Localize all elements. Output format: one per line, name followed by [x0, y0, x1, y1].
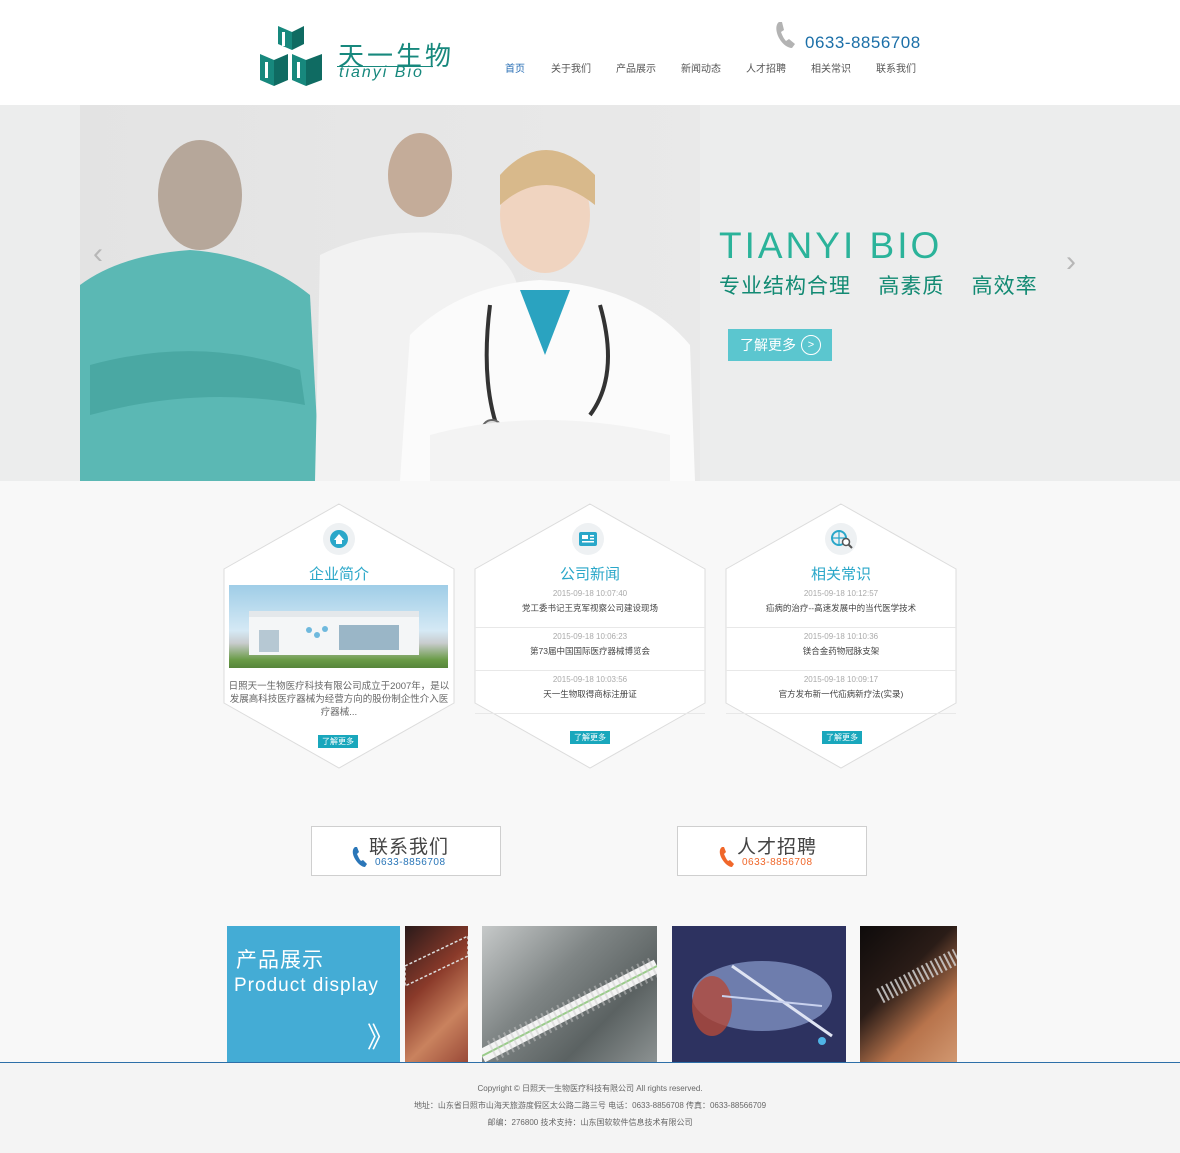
- newspaper-icon: [572, 523, 604, 555]
- banner-title: TIANYI BIO: [719, 225, 943, 266]
- company-building-image: [229, 585, 448, 668]
- news-date: 2015-09-18 10:09:17: [803, 675, 879, 684]
- product-title-en: Product display: [234, 975, 379, 996]
- recruit-phone: 0633-8856708: [742, 857, 813, 868]
- footer: Copyright © 日照天一生物医疗科技有限公司 All rights re…: [0, 1063, 1180, 1153]
- news-title[interactable]: 疝病的治疗--高速发展中的当代医学技术: [726, 602, 956, 614]
- chevron-right-icon[interactable]: ›: [1066, 245, 1076, 279]
- card-title-news[interactable]: 公司新闻: [474, 563, 706, 584]
- banner-doctors-image: [80, 105, 700, 481]
- news-title[interactable]: 天一生物取得商标注册证: [475, 688, 705, 700]
- product-image[interactable]: [672, 926, 846, 1062]
- header: [0, 0, 1180, 105]
- news-row[interactable]: 2015-09-18 10:03:56 天一生物取得商标注册证: [475, 675, 705, 714]
- news-date: 2015-09-18 10:03:56: [552, 675, 628, 684]
- nav-item-products[interactable]: 产品展示: [616, 60, 681, 80]
- nav-item-news[interactable]: 新闻动态: [681, 60, 746, 80]
- double-chevron-right-icon[interactable]: 》: [367, 1016, 395, 1056]
- footer-postal: 邮编：276800 技术支持：山东国软软件信息技术有限公司: [487, 1118, 693, 1127]
- phone-icon: [718, 846, 736, 873]
- footer-copyright: Copyright © 日照天一生物医疗科技有限公司 All rights re…: [477, 1084, 703, 1093]
- nav-item-contact[interactable]: 联系我们: [876, 60, 936, 80]
- home-icon: [323, 523, 355, 555]
- nav-item-home[interactable]: 首页: [505, 60, 551, 80]
- recruit-title: 人才招聘: [737, 837, 818, 858]
- news-date: 2015-09-18 10:07:40: [552, 589, 628, 598]
- phone-icon: [773, 20, 799, 50]
- logo-text-en: tianyi Bio: [339, 64, 424, 81]
- news-row[interactable]: 2015-09-18 10:06:23 第73届中国国际医疗器械博览会: [475, 632, 705, 671]
- news-row[interactable]: 2015-09-18 10:12:57 疝病的治疗--高速发展中的当代医学技术: [726, 589, 956, 628]
- intro-text: 日照天一生物医疗科技有限公司成立于2007年，是以发展高科技医疗器械为经营方向的…: [228, 681, 450, 718]
- nav-item-knowledge[interactable]: 相关常识: [811, 60, 876, 80]
- learn-more-label: 了解更多: [740, 337, 796, 353]
- arrow-right-circle-icon: >: [801, 335, 821, 355]
- product-image[interactable]: [860, 926, 957, 1062]
- intro-more-button[interactable]: 了解更多: [318, 735, 358, 748]
- knowledge-more-button[interactable]: 了解更多: [822, 731, 862, 744]
- news-row[interactable]: 2015-09-18 10:09:17 官方发布新一代疝病新疗法(实录): [726, 675, 956, 714]
- card-title-intro[interactable]: 企业简介: [223, 563, 455, 584]
- product-image[interactable]: [405, 926, 468, 1062]
- knowledge-list: 2015-09-18 10:12:57 疝病的治疗--高速发展中的当代医学技术 …: [726, 585, 956, 714]
- nav-item-jobs[interactable]: 人才招聘: [746, 60, 811, 80]
- product-title-cn: 产品展示: [236, 949, 324, 972]
- news-row[interactable]: 2015-09-18 10:07:40 党工委书记王克军视察公司建设现场: [475, 589, 705, 628]
- news-date: 2015-09-18 10:10:36: [803, 632, 879, 641]
- contact-title: 联系我们: [369, 837, 450, 858]
- contact-phone: 0633-8856708: [375, 857, 446, 868]
- globe-search-icon: [825, 523, 857, 555]
- header-phone: 0633-8856708: [805, 33, 921, 52]
- phone-icon: [351, 846, 369, 873]
- news-date: 2015-09-18 10:06:23: [552, 632, 628, 641]
- product-image[interactable]: [482, 926, 657, 1062]
- news-row[interactable]: 2015-09-18 10:10:36 镁合金药物冠脉支架: [726, 632, 956, 671]
- learn-more-button[interactable]: 了解更多 >: [728, 329, 832, 361]
- news-title[interactable]: 官方发布新一代疝病新疗法(实录): [726, 688, 956, 700]
- news-title[interactable]: 镁合金药物冠脉支架: [726, 645, 956, 657]
- news-title[interactable]: 党工委书记王克军视察公司建设现场: [475, 602, 705, 614]
- banner-subtitle: 专业结构合理 高素质 高效率: [719, 275, 1038, 298]
- news-more-button[interactable]: 了解更多: [570, 731, 610, 744]
- news-title[interactable]: 第73届中国国际医疗器械博览会: [475, 645, 705, 657]
- chevron-left-icon[interactable]: ‹: [93, 237, 103, 271]
- news-list: 2015-09-18 10:07:40 党工委书记王克军视察公司建设现场 201…: [475, 585, 705, 714]
- card-title-knowledge[interactable]: 相关常识: [725, 563, 957, 584]
- footer-address: 地址：山东省日照市山海天旅游度假区太公路二路三号 电话：0633-8856708…: [413, 1101, 767, 1110]
- news-date: 2015-09-18 10:12:57: [803, 589, 879, 598]
- nav-item-about[interactable]: 关于我们: [551, 60, 616, 80]
- logo-icon[interactable]: [258, 24, 324, 88]
- main-nav: 首页 关于我们 产品展示 新闻动态 人才招聘 相关常识 联系我们: [500, 60, 936, 80]
